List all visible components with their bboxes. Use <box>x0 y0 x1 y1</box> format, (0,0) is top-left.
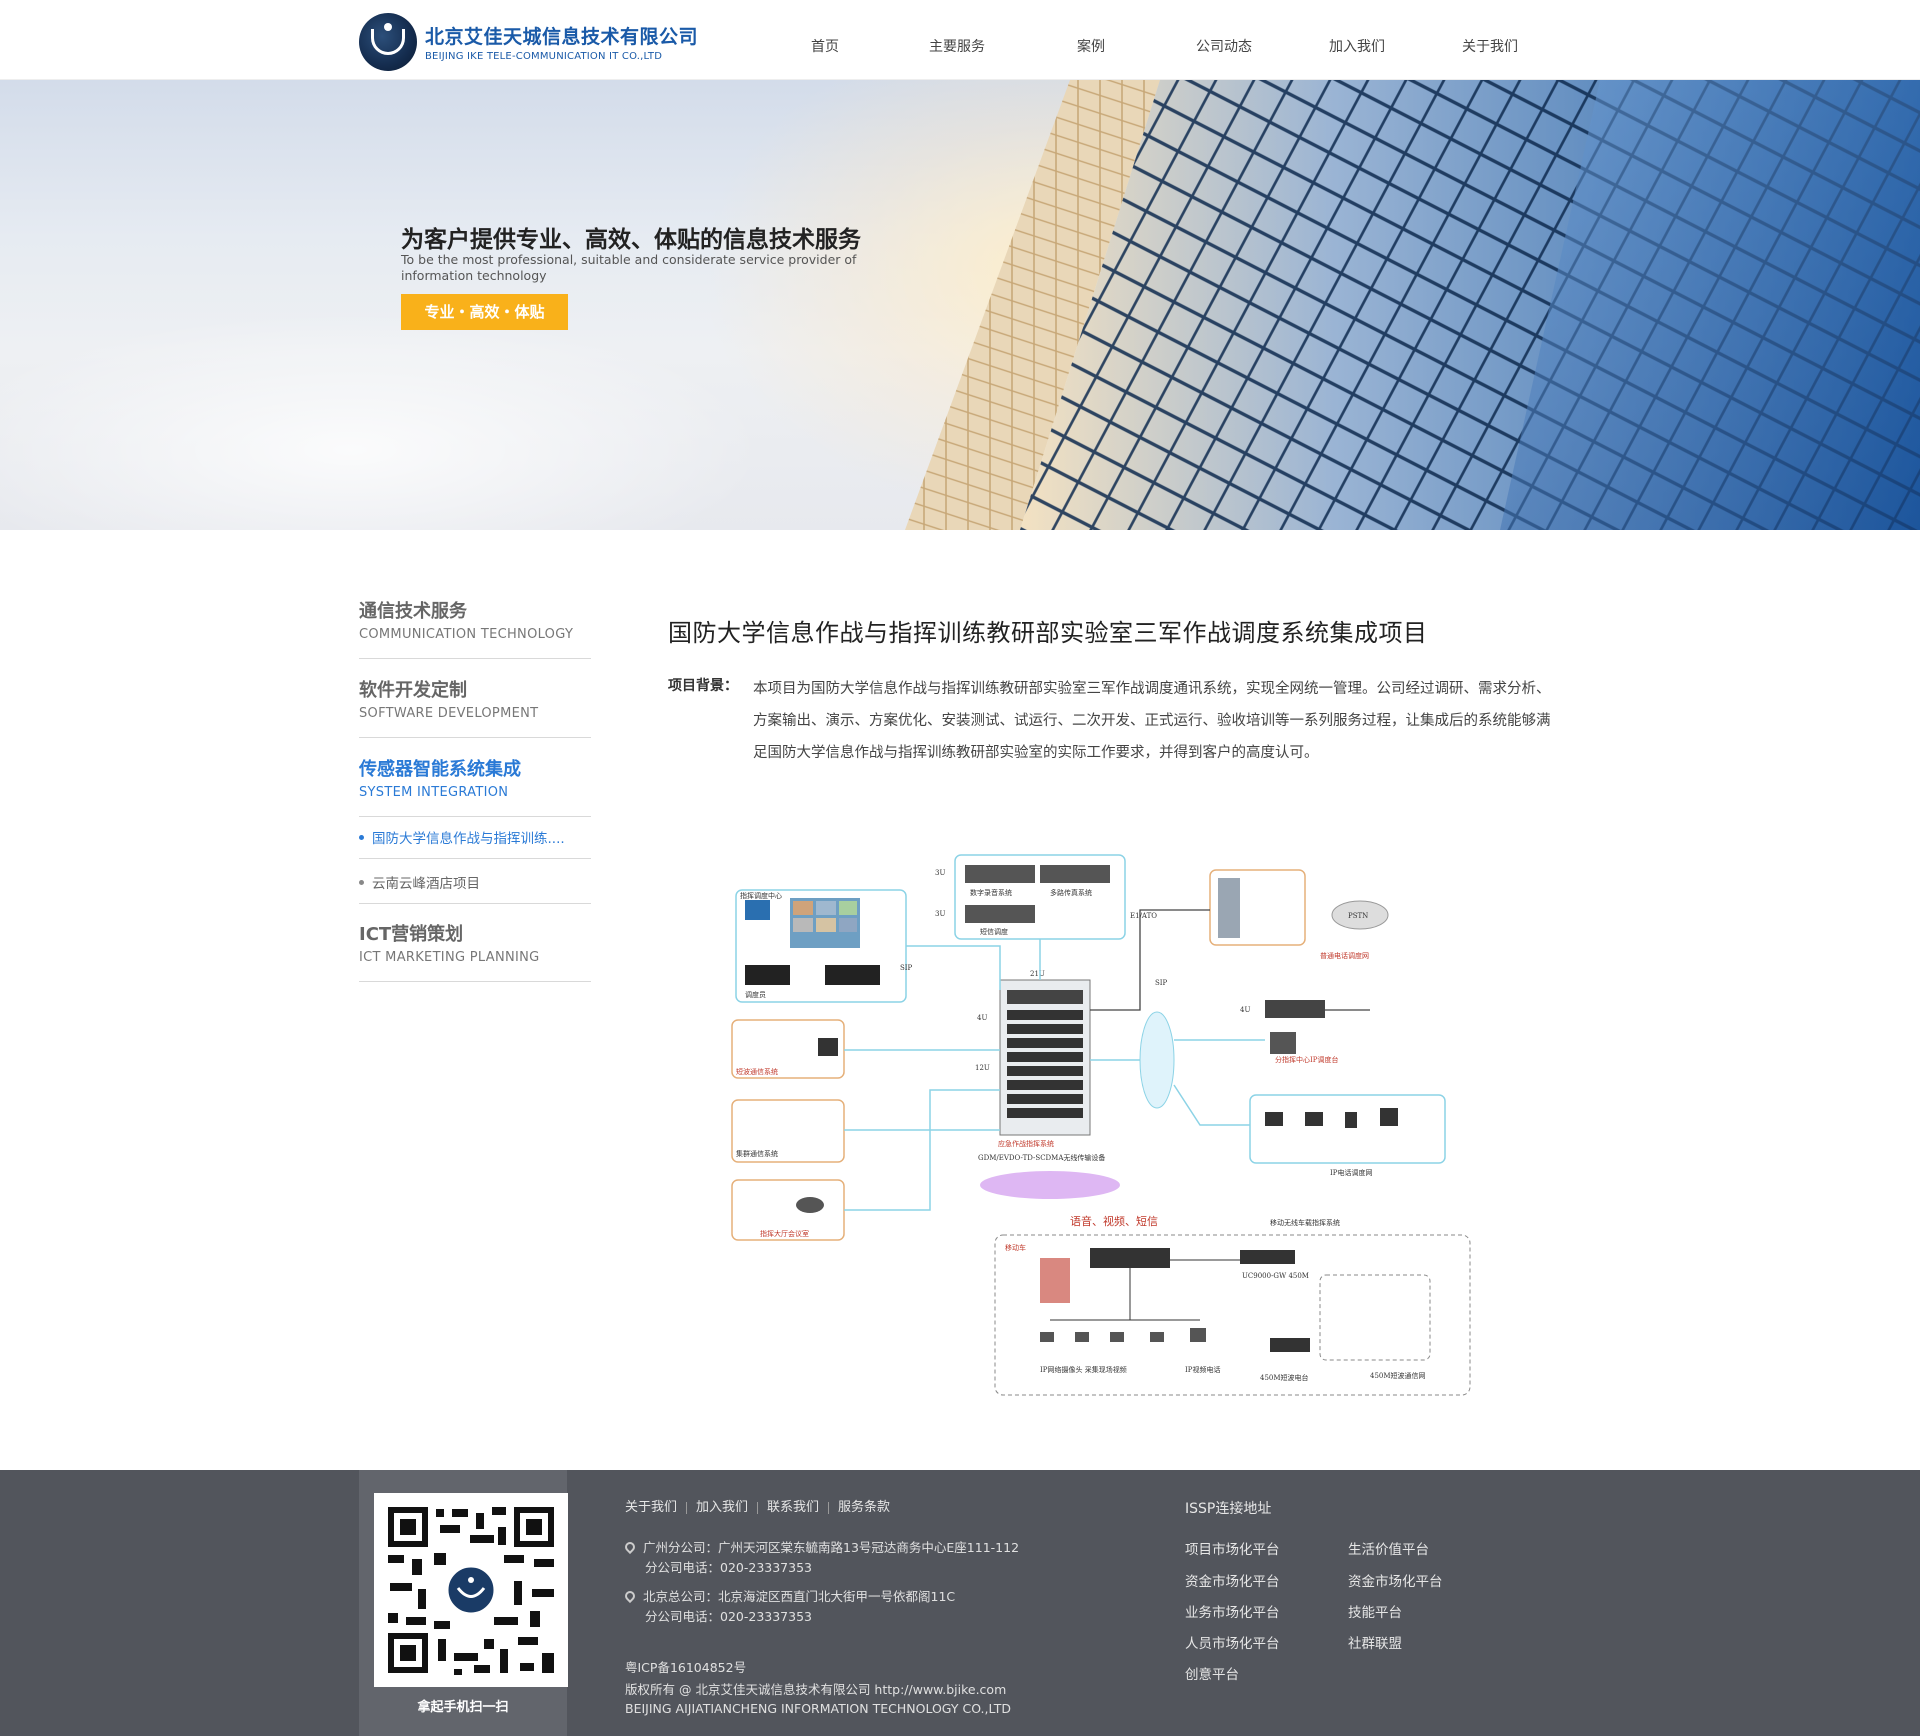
diagram-label: 集群通信系统 <box>736 1149 778 1158</box>
sidebar-category-label: 传感器智能系统集成 <box>359 759 521 780</box>
sidebar-sub-item-ndu-project[interactable]: 国防大学信息作战与指挥训练.... <box>359 827 591 859</box>
diagram-label: 调度员 <box>745 990 766 999</box>
nav-cases[interactable]: 案例 <box>1077 36 1105 56</box>
footer-link-contact[interactable]: 联系我们 <box>767 1500 819 1515</box>
diagram-label: 移动无线车载指挥系统 <box>1270 1218 1340 1227</box>
nav-about-us[interactable]: 关于我们 <box>1462 36 1518 56</box>
diagram-label: IP视频电话 <box>1185 1365 1220 1374</box>
footer-copyright: 版权所有 @ 北京艾佳天诚信息技术有限公司 http://www.bjike.c… <box>625 1682 1007 1697</box>
diagram-label: 4U <box>1240 1006 1250 1014</box>
issp-link[interactable]: 资金市场化平台 <box>1185 1570 1280 1590</box>
footer-company-en: BEIJING AIJIATIANCHENG INFORMATION TECHN… <box>625 1701 1011 1716</box>
bullet-icon <box>359 834 364 840</box>
diagram-label: GDM/EVDO-TD-SCDMA无线传输设备 <box>978 1153 1105 1162</box>
issp-link[interactable]: 生活价值平台 <box>1348 1538 1429 1558</box>
diagram-label: 短信调度 <box>980 927 1008 936</box>
diagram-label: 450M短波电台 <box>1260 1373 1309 1382</box>
site-header: 北京艾佳天城信息技术有限公司 BEIJING IKE TELE-COMMUNIC… <box>0 0 1920 80</box>
sidebar-sub-item-label: 国防大学信息作战与指挥训练.... <box>372 831 565 847</box>
nav-join-us[interactable]: 加入我们 <box>1329 36 1385 56</box>
diagram-label: 指挥调度中心 <box>740 891 782 900</box>
footer-address-guangzhou: 广州分公司：广州天河区棠东毓南路13号冠达商务中心E座111-112 分公司电话… <box>622 1538 1020 1578</box>
diagram-label: 短波通信系统 <box>736 1067 778 1076</box>
sidebar-category-label-en: SOFTWARE DEVELOPMENT <box>359 706 539 721</box>
location-pin-icon <box>622 1588 638 1603</box>
diagram-label: 21U <box>1030 970 1045 978</box>
phone-text: 分公司电话：020-23337353 <box>645 1609 812 1624</box>
diagram-label: 450M短波通信网 <box>1370 1371 1426 1380</box>
diagram-label: 指挥大厅会议室 <box>760 1229 809 1238</box>
diagram-label: E1/ATO <box>1130 912 1157 920</box>
diagram-label: 3U <box>935 869 945 877</box>
diagram-label: 4U <box>977 1014 987 1022</box>
diagram-label: PSTN <box>1348 912 1368 920</box>
logo-company-name-en: BEIJING IKE TELE-COMMUNICATION IT CO.,LT… <box>425 51 663 62</box>
sidebar-category-label-en: ICT MARKETING PLANNING <box>359 950 540 965</box>
dispatch-screen-icon <box>745 900 770 920</box>
footer-link-terms[interactable]: 服务条款 <box>838 1500 890 1515</box>
diagram-label: 移动车 <box>1005 1243 1026 1252</box>
issp-link[interactable]: 业务市场化平台 <box>1185 1601 1280 1621</box>
footer-icp: 粤ICP备16104852号 <box>625 1660 747 1675</box>
banner-subtitle: To be the most professional, suitable an… <box>401 252 857 283</box>
qr-caption: 拿起手机扫一扫 <box>417 1700 509 1715</box>
project-background-text: 本项目为国防大学信息作战与指挥训练教研部实验室三军作战调度通讯系统，实现全网统一… <box>753 681 1551 761</box>
company-logo[interactable]: 北京艾佳天城信息技术有限公司 BEIJING IKE TELE-COMMUNIC… <box>359 13 699 71</box>
qr-code-icon <box>374 1493 568 1687</box>
address-text: 北京总公司：北京海淀区西直门北大街甲一号依都阁11C <box>643 1589 956 1604</box>
nav-services[interactable]: 主要服务 <box>929 36 985 56</box>
diagram-label: IP网络摄像头 采集现场视频 <box>1040 1365 1127 1374</box>
nav-news[interactable]: 公司动态 <box>1196 36 1252 56</box>
logo-company-name: 北京艾佳天城信息技术有限公司 <box>425 26 699 48</box>
diagram-label: 应急作战指挥系统 <box>998 1139 1054 1148</box>
diagram-label: SIP <box>900 964 913 972</box>
project-title: 国防大学信息作战与指挥训练教研部实验室三军作战调度系统集成项目 <box>668 619 1428 647</box>
footer-link-about[interactable]: 关于我们 <box>625 1500 677 1515</box>
diagram-label: 语音、视频、短信 <box>1070 1214 1158 1228</box>
diagram-label: UC9000-GW 450M <box>1242 1272 1309 1280</box>
sidebar-category-system-integration[interactable]: 传感器智能系统集成 SYSTEM INTEGRATION <box>359 755 591 817</box>
diagram-label: 多路传真系统 <box>1050 888 1092 897</box>
sidebar-category-ict-marketing[interactable]: ICT营销策划 ICT MARKETING PLANNING <box>359 920 591 982</box>
banner-tagline-button[interactable]: 专业・高效・体贴 <box>401 294 568 330</box>
issp-link[interactable]: 项目市场化平台 <box>1185 1538 1280 1558</box>
banner-title: 为客户提供专业、高效、体贴的信息技术服务 <box>401 227 861 253</box>
hero-banner: 为客户提供专业、高效、体贴的信息技术服务 To be the most prof… <box>0 80 1920 530</box>
phone-text: 分公司电话：020-23337353 <box>645 1560 812 1575</box>
issp-link[interactable]: 资金市场化平台 <box>1348 1570 1443 1590</box>
diagram-label: IP电话调度网 <box>1330 1168 1372 1177</box>
sidebar-category-label: ICT营销策划 <box>359 924 464 945</box>
address-text: 广州分公司：广州天河区棠东毓南路13号冠达商务中心E座111-112 <box>643 1540 1020 1555</box>
sidebar-category-label: 通信技术服务 <box>359 601 467 622</box>
diagram-label: SIP <box>1155 979 1168 987</box>
logo-emblem-icon <box>359 13 417 71</box>
issp-link[interactable]: 创意平台 <box>1185 1663 1239 1683</box>
sidebar-sub-item-label: 云南云峰酒店项目 <box>372 876 480 892</box>
sidebar-category-label: 软件开发定制 <box>359 680 467 701</box>
nav-home[interactable]: 首页 <box>811 36 839 56</box>
footer-link-join[interactable]: 加入我们 <box>696 1500 748 1515</box>
sidebar-category-label-en: COMMUNICATION TECHNOLOGY <box>359 627 574 642</box>
system-architecture-diagram: 指挥调度中心 调度员 数字录音系统 多路传真系统 短信调度 3U 3U 21U … <box>731 854 1471 1396</box>
project-background-label: 项目背景： <box>668 678 738 694</box>
sidebar-category-label-en: SYSTEM INTEGRATION <box>359 785 509 800</box>
diagram-label: 普通电话调度网 <box>1320 951 1369 960</box>
footer-address-beijing: 北京总公司：北京海淀区西直门北大街甲一号依都阁11C 分公司电话：020-233… <box>622 1587 956 1627</box>
sidebar-sub-item-yunnan-hotel[interactable]: 云南云峰酒店项目 <box>359 872 591 904</box>
footer-links: 关于我们 加入我们 联系我们 服务条款 <box>625 1496 890 1515</box>
issp-link[interactable]: 技能平台 <box>1348 1601 1402 1621</box>
skyscraper-image <box>905 80 1920 530</box>
diagram-label: 12U <box>975 1064 990 1072</box>
bullet-icon <box>359 879 364 885</box>
issp-link[interactable]: 人员市场化平台 <box>1185 1632 1280 1652</box>
sidebar-category-software[interactable]: 软件开发定制 SOFTWARE DEVELOPMENT <box>359 676 591 738</box>
diagram-label: 3U <box>935 910 945 918</box>
location-pin-icon <box>622 1539 638 1554</box>
diagram-label: 数字录音系统 <box>970 888 1012 897</box>
issp-link[interactable]: 社群联盟 <box>1348 1632 1402 1652</box>
sidebar-category-communication[interactable]: 通信技术服务 COMMUNICATION TECHNOLOGY <box>359 597 591 659</box>
diagram-label: 分指挥中心IP调度台 <box>1275 1055 1338 1064</box>
issp-title: ISSP连接地址 <box>1185 1501 1272 1517</box>
